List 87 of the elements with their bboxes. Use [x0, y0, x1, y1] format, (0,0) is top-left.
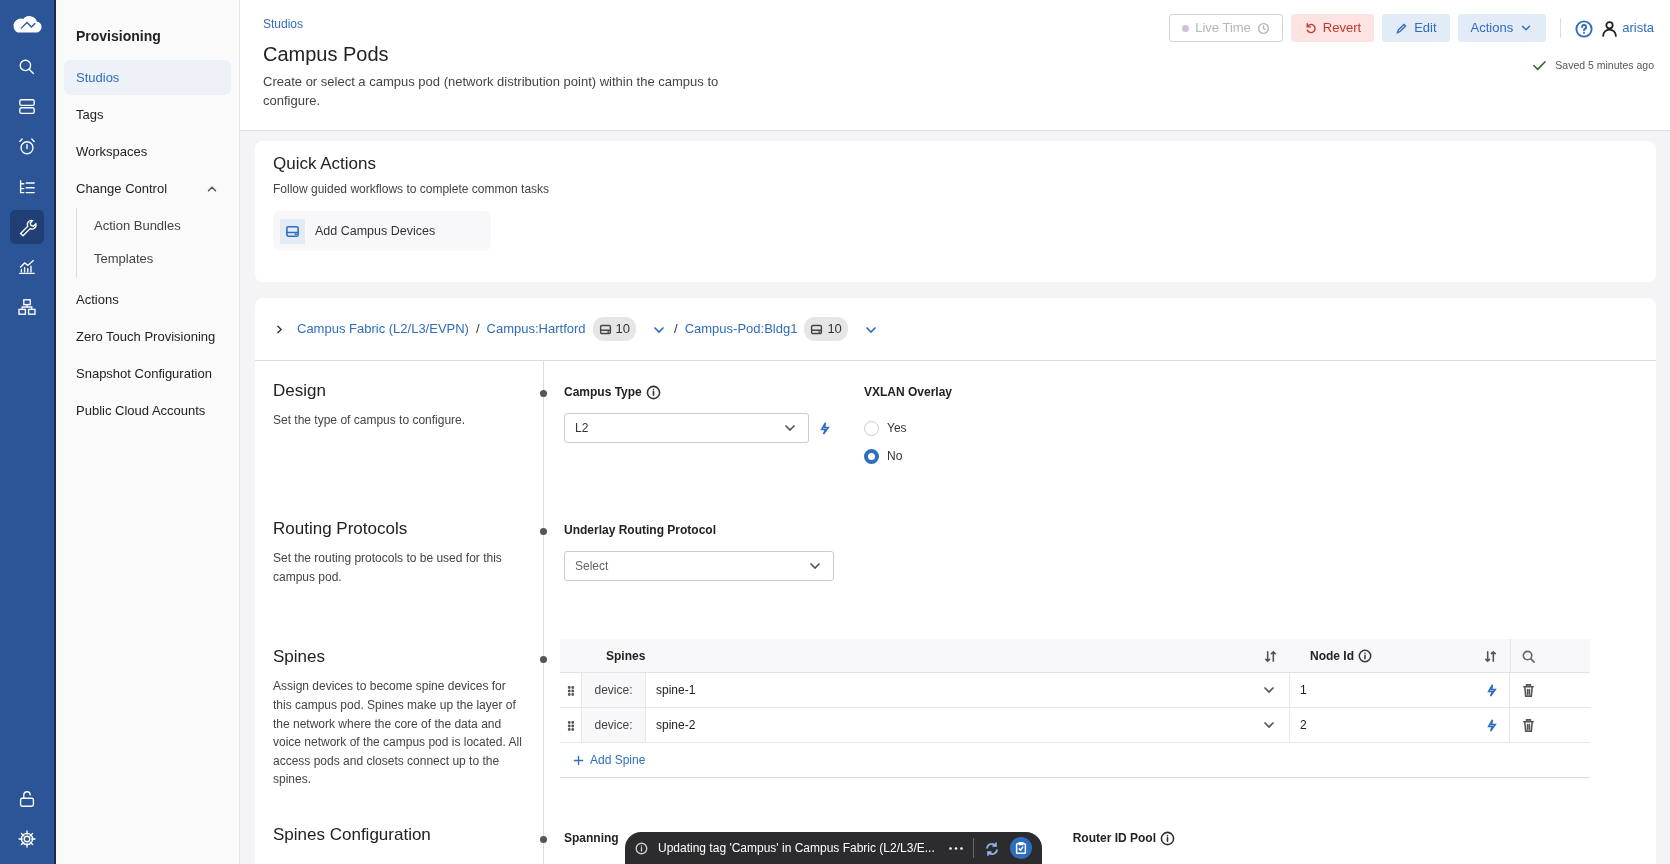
info-icon	[1358, 648, 1372, 663]
section-title: Routing Protocols	[273, 519, 409, 540]
select-field[interactable]: L2	[564, 413, 809, 443]
trash-icon	[1520, 683, 1536, 699]
path-link[interactable]: Campus-Pod:Bldg1	[684, 319, 798, 339]
page-description: Create or select a campus pod (network distribution point) within the campus to configure.	[263, 72, 720, 110]
device-count-badge: 10	[804, 317, 848, 341]
sidebar-item[interactable]: Snapshot Configuration	[64, 356, 231, 391]
field-label: Router ID Pool	[1072, 830, 1156, 847]
sidebar-item[interactable]: Tags	[64, 97, 231, 132]
clipboard-icon	[1014, 841, 1028, 855]
info-icon	[635, 841, 648, 855]
edit-button[interactable]: Edit	[1382, 14, 1450, 42]
rail-button[interactable]	[10, 210, 44, 244]
sidebar-item[interactable]: Workspaces	[64, 134, 231, 169]
field-label: Underlay Routing Protocol	[564, 522, 716, 539]
timeline-dot	[540, 656, 547, 663]
sidebar-item[interactable]: Studios	[64, 60, 231, 95]
quick-action-button[interactable]: Add Campus Devices	[273, 211, 491, 252]
help-button[interactable]	[1575, 18, 1594, 38]
device-icon	[285, 223, 300, 239]
sidebar-item[interactable]: Action Bundles	[77, 210, 231, 241]
field-label: Spanning	[564, 830, 619, 847]
sort-icon	[1263, 648, 1278, 664]
sidebar-title: Provisioning	[75, 27, 162, 46]
sidebar-item[interactable]: Public Cloud Accounts	[64, 393, 231, 428]
sort-icon	[1483, 648, 1498, 664]
sidebar-item[interactable]: Change Control	[64, 171, 231, 206]
section-title: Spines	[273, 647, 326, 668]
search-icon	[1521, 648, 1536, 664]
plus-icon	[572, 753, 585, 767]
path-separator: /	[475, 320, 480, 339]
status-dot	[1182, 24, 1190, 32]
clipboard-button[interactable]	[1010, 837, 1032, 859]
section-title: Spines Configuration	[273, 825, 432, 846]
radio-option[interactable]: No	[864, 447, 903, 465]
field-label: VXLAN Overlay	[864, 384, 953, 401]
add-button[interactable]: Add Spine	[560, 743, 658, 777]
toast-message: Updating tag 'Campus' in Campus Fabric (L2/L3/E...	[658, 840, 936, 857]
refresh-icon	[984, 840, 1000, 857]
select-field[interactable]: Select	[564, 551, 834, 581]
section-title: Design	[273, 381, 327, 402]
pencil-icon	[1395, 21, 1409, 35]
delete-button[interactable]	[1520, 681, 1536, 699]
user-menu[interactable]: arista	[1601, 18, 1654, 38]
help-icon	[1575, 19, 1594, 38]
radio-option[interactable]: Yes	[864, 419, 907, 437]
user-icon	[1601, 19, 1619, 37]
trash-icon	[1520, 718, 1536, 734]
device-icon	[598, 322, 612, 336]
sidebar-item[interactable]: Actions	[64, 282, 231, 317]
section-description: Set the type of campus to configure.	[273, 412, 467, 430]
info-icon	[1160, 830, 1175, 846]
node-id-field[interactable]: 1	[1290, 673, 1474, 707]
more-icon	[949, 847, 963, 851]
saved-status: Saved 5 minutes ago	[1555, 58, 1654, 73]
column-header: Spines	[606, 647, 646, 665]
card-title: Quick Actions	[273, 154, 377, 175]
clock-icon	[1256, 21, 1270, 35]
field-prefix: device:	[594, 717, 633, 734]
device-count-badge: 10	[592, 317, 637, 341]
settings-icon	[15, 827, 39, 851]
path-separator: /	[674, 320, 678, 339]
info-icon	[645, 384, 661, 400]
sidebar-item[interactable]: Zero Touch Provisioning	[64, 319, 231, 354]
field-label: Campus Type	[564, 384, 642, 401]
column-header: Node Id	[1310, 647, 1354, 665]
card-subtitle: Follow guided workflows to complete common tasks	[273, 181, 551, 199]
sidebar-item[interactable]: Templates	[77, 243, 231, 274]
node-id-field[interactable]: 2	[1290, 708, 1474, 742]
refresh-button[interactable]	[984, 839, 1000, 857]
device-select[interactable]: spine-1	[646, 673, 1290, 707]
field-prefix: device:	[594, 682, 633, 699]
path-link[interactable]: Campus Fabric (L2/L3/EVPN)	[297, 319, 469, 339]
path-link[interactable]: Campus:Hartford	[486, 319, 586, 339]
menu-button[interactable]: Actions	[1457, 14, 1547, 42]
section-description: Set the routing protocols to be used for this campus pod.	[273, 550, 503, 586]
device-icon	[810, 322, 824, 336]
revert-button[interactable]: Revert	[1290, 14, 1375, 42]
section-description: Assign devices to become spine devices for this campus pod. Spines make up the layer of the network where the core of the data and voice network of the campus pod is located. All access pods and closets connect up to the spines.	[273, 678, 523, 789]
delete-button[interactable]	[1520, 716, 1536, 734]
timeline-dot	[540, 528, 547, 535]
device-select[interactable]: spine-2	[646, 708, 1290, 742]
page-title: Campus Pods	[263, 41, 390, 66]
timeline-dot	[540, 390, 547, 397]
timeline-dot	[540, 836, 547, 843]
breadcrumb-link[interactable]: Studios	[263, 17, 304, 31]
